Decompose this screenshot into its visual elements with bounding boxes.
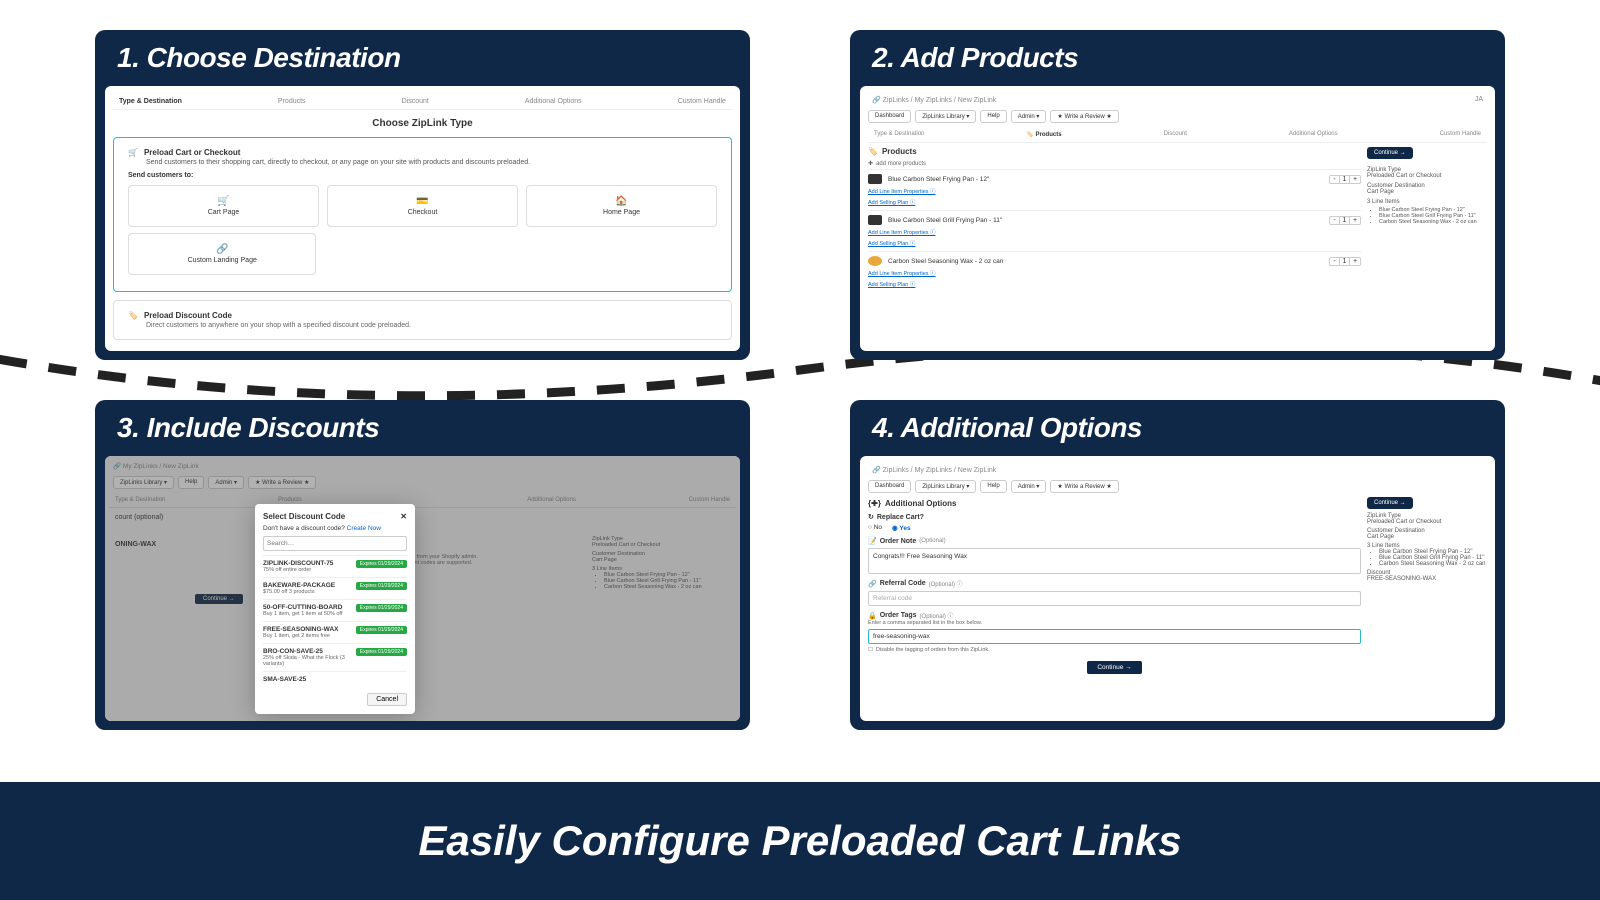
order-tags-input[interactable]: free-seasoning-wax	[868, 629, 1361, 644]
tab-custom-handle[interactable]: Custom Handle	[678, 98, 726, 105]
library-button[interactable]: ZipLinks Library ▾	[915, 110, 976, 123]
line-item-props-link[interactable]: Add Line Item Properties ⓘ	[868, 187, 1361, 195]
product-row: Blue Carbon Steel Frying Pan - 12"-1+ Ad…	[868, 169, 1361, 210]
discount-option[interactable]: ZIPLINK-DISCOUNT-7575% off entire orderE…	[263, 555, 407, 577]
panel-1-destination: 1. Choose Destination Type & Destination…	[95, 30, 750, 360]
product-row: Blue Carbon Steel Grill Frying Pan - 11"…	[868, 210, 1361, 251]
selling-plan-link[interactable]: Add Selling Plan ⓘ	[868, 198, 1361, 206]
panel-4-title: 4. Additional Options	[850, 400, 1505, 456]
product-thumbnail	[868, 215, 882, 225]
disable-tagging-checkbox[interactable]: ☐ Disable the tagging of orders from thi…	[868, 647, 1361, 653]
additional-options-heading: {✚} Additional Options	[868, 499, 1361, 508]
summary-sidebar: Continue → ZipLink TypePreloaded Cart or…	[1367, 147, 1487, 292]
send-customers-label: Send customers to:	[128, 172, 717, 179]
replace-no-radio[interactable]: ○ No	[868, 524, 882, 532]
breadcrumb: 🔗 ZipLinks / My ZipLinks / New ZipLink	[868, 464, 1487, 476]
line-item-props-link[interactable]: Add Line Item Properties ⓘ	[868, 228, 1361, 236]
summary-sidebar: Continue → ZipLink TypePreloaded Cart or…	[1367, 497, 1487, 674]
preload-cart-description: Send customers to their shopping cart, d…	[146, 159, 717, 166]
quantity-stepper[interactable]: -1+	[1329, 216, 1361, 225]
discount-option[interactable]: SMA-SAVE-25	[263, 671, 407, 687]
library-button[interactable]: ZipLinks Library ▾	[915, 480, 976, 493]
preload-cart-card[interactable]: 🛒Preload Cart or Checkout Send customers…	[113, 137, 732, 292]
tab-custom-handle[interactable]: Custom Handle	[1440, 131, 1481, 138]
product-thumbnail	[868, 256, 882, 266]
step-tabs: Type & Destination 🏷️ Products Discount …	[868, 127, 1487, 143]
discount-option[interactable]: 50-OFF-CUTTING-BOARDBuy 1 item, get 1 it…	[263, 599, 407, 621]
panel-4-options: 4. Additional Options 🔗 ZipLinks / My Zi…	[850, 400, 1505, 730]
dashboard-button[interactable]: Dashboard	[868, 110, 911, 123]
link-icon: 🔗	[133, 244, 311, 255]
continue-button[interactable]: Continue →	[1367, 497, 1413, 509]
review-button[interactable]: ★ Write a Review ★	[1050, 110, 1118, 123]
tab-type-destination[interactable]: Type & Destination	[119, 98, 182, 105]
tab-additional[interactable]: Additional Options	[1289, 131, 1338, 138]
panel-3-discounts: 3. Include Discounts 🔗 My ZipLinks / New…	[95, 400, 750, 730]
admin-button[interactable]: Admin ▾	[1011, 110, 1047, 123]
products-heading: 🏷️ Products	[868, 147, 1361, 156]
tab-additional[interactable]: Additional Options	[525, 98, 582, 105]
panel-1-title: 1. Choose Destination	[95, 30, 750, 86]
continue-button[interactable]: Continue →	[1367, 147, 1413, 159]
breadcrumb: 🔗 ZipLinks / My ZipLinks / New ZipLinkJA	[868, 94, 1487, 106]
tab-products[interactable]: 🏷️ Products	[1026, 131, 1061, 138]
destination-cart-page[interactable]: 🛒Cart Page	[128, 185, 319, 227]
checkout-icon: 💳	[332, 196, 513, 207]
continue-button-bottom[interactable]: Continue →	[1087, 661, 1141, 674]
help-button[interactable]: Help	[980, 110, 1006, 123]
discount-option[interactable]: BRO-CON-SAVE-2525% off Skida - What the …	[263, 643, 407, 671]
panel-3-title: 3. Include Discounts	[95, 400, 750, 456]
search-input[interactable]	[263, 536, 407, 551]
discount-modal: Select Discount Code✕ Don't have a disco…	[255, 504, 415, 714]
product-thumbnail	[868, 174, 882, 184]
dashboard-button[interactable]: Dashboard	[868, 480, 911, 493]
order-tags-label: 🔒 Order Tags (Optional) ⓘ	[868, 611, 1361, 620]
line-item-props-link[interactable]: Add Line Item Properties ⓘ	[868, 269, 1361, 277]
destination-checkout[interactable]: 💳Checkout	[327, 185, 518, 227]
destination-home-page[interactable]: 🏠Home Page	[526, 185, 717, 227]
home-icon: 🏠	[531, 196, 712, 207]
panel-2-products: 2. Add Products 🔗 ZipLinks / My ZipLinks…	[850, 30, 1505, 360]
discount-icon: 🏷️	[128, 311, 138, 320]
replace-yes-radio[interactable]: ◉ Yes	[892, 524, 911, 532]
destination-custom-landing[interactable]: 🔗Custom Landing Page	[128, 233, 316, 275]
quantity-stepper[interactable]: -1+	[1329, 257, 1361, 266]
order-note-input[interactable]: Congrats!!! Free Seasoning Wax	[868, 548, 1361, 574]
tab-discount[interactable]: Discount	[402, 98, 429, 105]
preload-discount-description: Direct customers to anywhere on your sho…	[146, 322, 717, 329]
choose-type-heading: Choose ZipLink Type	[113, 118, 732, 129]
footer-tagline: Easily Configure Preloaded Cart Links	[0, 782, 1600, 900]
tab-discount[interactable]: Discount	[1164, 131, 1187, 138]
referral-code-label: 🔗 Referral Code (Optional) ⓘ	[868, 579, 1361, 588]
selling-plan-link[interactable]: Add Selling Plan ⓘ	[868, 239, 1361, 247]
discount-option[interactable]: FREE-SEASONING-WAXBuy 1 item, get 2 item…	[263, 621, 407, 643]
discount-option[interactable]: BAKEWARE-PACKAGE$75.00 off 3 productsExp…	[263, 577, 407, 599]
order-note-label: 📝 Order Note (Optional)	[868, 537, 1361, 545]
tab-products[interactable]: Products	[278, 98, 306, 105]
review-button[interactable]: ★ Write a Review ★	[1050, 480, 1118, 493]
help-button[interactable]: Help	[980, 480, 1006, 493]
admin-button[interactable]: Admin ▾	[1011, 480, 1047, 493]
add-products-link[interactable]: ✚ add more products	[868, 158, 1361, 169]
toolbar: Dashboard ZipLinks Library ▾ Help Admin …	[868, 110, 1487, 123]
panel-2-title: 2. Add Products	[850, 30, 1505, 86]
step-tabs: Type & Destination Products Discount Add…	[113, 94, 732, 110]
cart-icon: 🛒	[128, 148, 138, 157]
avatar[interactable]: JA	[1475, 96, 1483, 104]
create-discount-link[interactable]: Create Now	[347, 525, 381, 532]
tab-type-destination[interactable]: Type & Destination	[874, 131, 924, 138]
selling-plan-link[interactable]: Add Selling Plan ⓘ	[868, 280, 1361, 288]
preload-discount-card[interactable]: 🏷️Preload Discount Code Direct customers…	[113, 300, 732, 340]
modal-overlay	[105, 456, 740, 721]
quantity-stepper[interactable]: -1+	[1329, 175, 1361, 184]
cancel-button[interactable]: Cancel	[367, 693, 407, 706]
cart-page-icon: 🛒	[133, 196, 314, 207]
replace-cart-label: ↻ Replace Cart?	[868, 513, 1361, 521]
product-row: Carbon Steel Seasoning Wax - 2 oz can-1+…	[868, 251, 1361, 292]
referral-code-input[interactable]: Referral code	[868, 591, 1361, 606]
close-icon[interactable]: ✕	[400, 512, 407, 521]
